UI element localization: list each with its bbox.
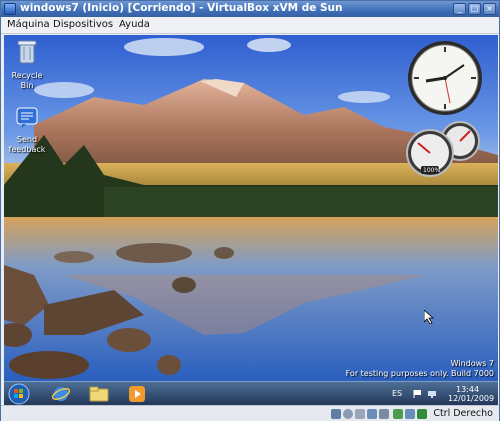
clock-time[interactable]: 13:44 bbox=[456, 385, 479, 394]
network-icon[interactable] bbox=[427, 389, 437, 399]
mouse-integration-icon[interactable] bbox=[405, 409, 415, 419]
hard-disk-icon[interactable] bbox=[331, 409, 341, 419]
taskbar-internet-explorer[interactable] bbox=[46, 384, 76, 404]
network-adapter-icon[interactable] bbox=[367, 409, 377, 419]
build-watermark: Windows 7 For testing purposes only. Bui… bbox=[346, 359, 494, 379]
shared-folders-icon[interactable] bbox=[393, 409, 403, 419]
menu-bar: Máquina Dispositivos Ayuda bbox=[1, 17, 499, 34]
close-button[interactable]: × bbox=[483, 3, 496, 15]
cpu-meter-value: 100% bbox=[423, 167, 441, 174]
keyboard-capture-icon[interactable] bbox=[417, 409, 427, 419]
language-indicator[interactable]: ES bbox=[392, 389, 402, 398]
media-player-icon bbox=[129, 386, 145, 402]
cdrom-icon[interactable] bbox=[343, 409, 353, 419]
menu-maquina[interactable]: Máquina bbox=[7, 19, 50, 30]
send-feedback-shortcut[interactable]: Send feedback bbox=[4, 107, 50, 155]
watermark-os: Windows 7 bbox=[450, 359, 494, 368]
cpu-meter-gadget-icon[interactable] bbox=[404, 121, 484, 177]
watermark-build: For testing purposes only. Build 7000 bbox=[345, 369, 494, 378]
usb-icon[interactable] bbox=[379, 409, 389, 419]
windows-explorer-icon bbox=[89, 386, 109, 402]
host-key-label: Ctrl Derecho bbox=[433, 408, 493, 419]
taskbar-windows-explorer[interactable] bbox=[84, 384, 114, 404]
flag-icon[interactable] bbox=[413, 389, 423, 399]
guest-taskbar: ES 13:44 12/01/2009 bbox=[4, 381, 498, 405]
start-button[interactable] bbox=[6, 383, 32, 405]
send-feedback-label: Send feedback bbox=[8, 135, 46, 154]
virtualbox-window: windows7 (Inicio) [Corriendo] - VirtualB… bbox=[0, 0, 500, 421]
taskbar-media-player[interactable] bbox=[122, 384, 152, 404]
windows-orb-icon bbox=[8, 383, 30, 405]
floppy-icon[interactable] bbox=[355, 409, 365, 419]
recycle-bin-shortcut[interactable]: Recycle Bin bbox=[4, 39, 50, 91]
window-title: windows7 (Inicio) [Corriendo] - VirtualB… bbox=[20, 2, 343, 14]
maximize-button[interactable]: □ bbox=[468, 3, 481, 15]
mouse-pointer-icon bbox=[424, 310, 434, 324]
clock-gadget-icon[interactable] bbox=[406, 39, 484, 117]
recycle-bin-icon bbox=[17, 40, 37, 64]
internet-explorer-icon bbox=[52, 387, 70, 401]
guest-desktop[interactable]: Recycle Bin Send feedback 100% Windows 7… bbox=[4, 35, 498, 381]
feedback-icon bbox=[16, 107, 38, 128]
title-bar[interactable]: windows7 (Inicio) [Corriendo] - VirtualB… bbox=[1, 1, 499, 17]
menu-dispositivos[interactable]: Dispositivos bbox=[53, 19, 113, 30]
recycle-bin-label: Recycle Bin bbox=[11, 71, 43, 90]
virtualbox-app-icon bbox=[4, 3, 16, 15]
minimize-button[interactable]: _ bbox=[453, 3, 466, 15]
menu-ayuda[interactable]: Ayuda bbox=[119, 19, 150, 30]
clock-date[interactable]: 12/01/2009 bbox=[448, 394, 494, 403]
vm-status-bar: Ctrl Derecho bbox=[1, 405, 499, 421]
